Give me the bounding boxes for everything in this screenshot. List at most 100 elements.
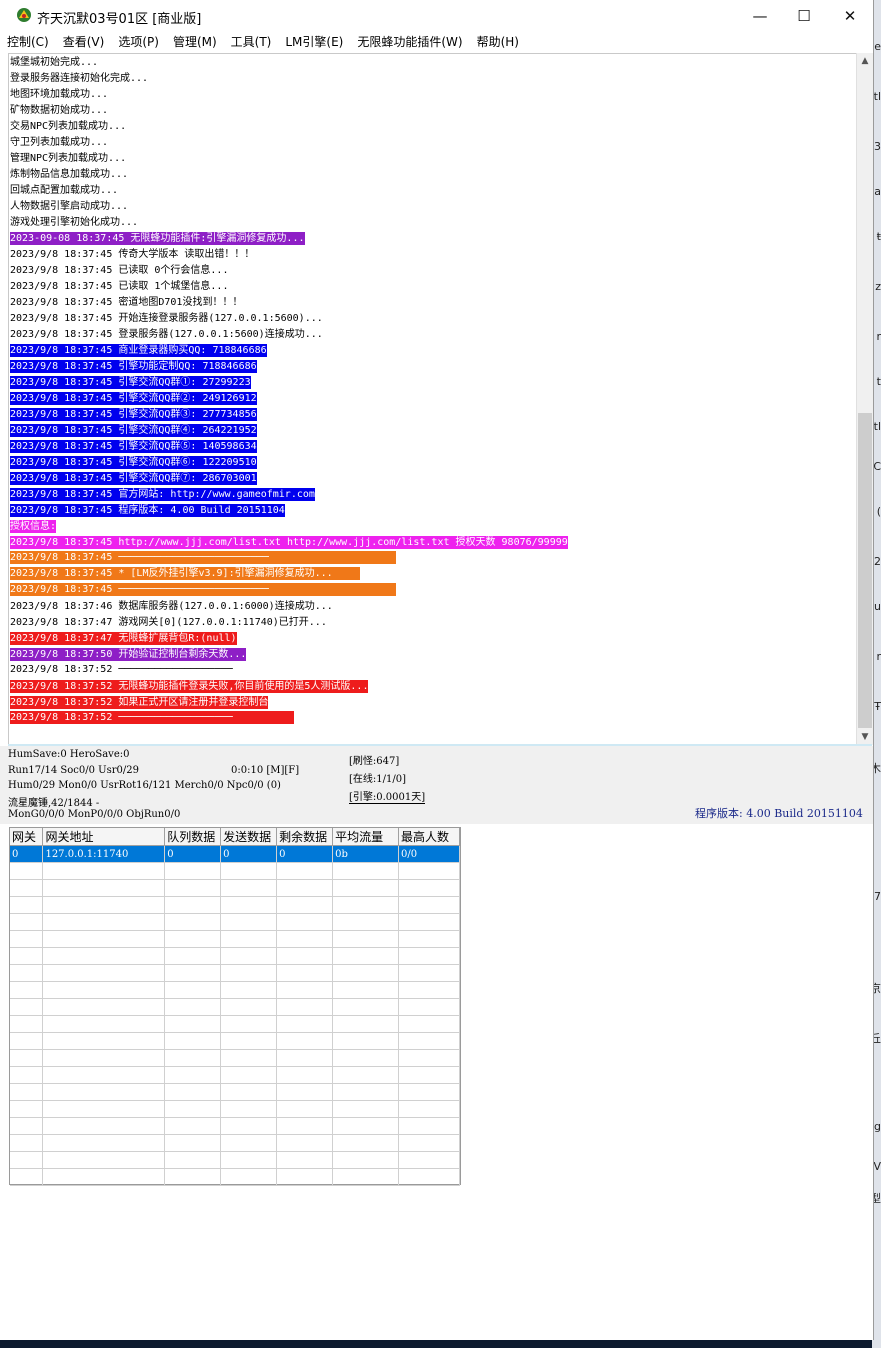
menu-help[interactable]: 帮助(H) xyxy=(470,31,526,51)
menu-control[interactable]: 控制(C) xyxy=(0,31,56,51)
header-sent[interactable]: 发送数据 xyxy=(220,828,278,846)
table-cell xyxy=(332,930,399,948)
log-line-text: 矿物数据初始成功... xyxy=(10,105,109,116)
log-line-text: 2023/9/8 18:37:52 ─────────────────── xyxy=(10,711,294,724)
menu-view[interactable]: 查看(V) xyxy=(56,31,112,51)
table-row-empty[interactable] xyxy=(10,1168,460,1186)
log-line: 2023/9/8 18:37:52 无限蜂功能插件登录失败,你目前使用的是5人测… xyxy=(10,679,369,695)
table-row-empty[interactable] xyxy=(10,1151,460,1169)
log-line-text: 2023/9/8 18:37:45 引擎交流QQ群⑥: 122209510 xyxy=(10,456,257,469)
table-row-empty[interactable] xyxy=(10,981,460,999)
table-cell xyxy=(42,930,166,948)
scroll-thumb[interactable] xyxy=(858,413,872,728)
log-output[interactable]: 城堡城初始完成... 登录服务器连接初始化完成... 地图环境加载成功... 矿物数据… xyxy=(8,53,857,745)
menu-lm-engine[interactable]: LM引擎(E) xyxy=(278,31,350,51)
header-gateway[interactable]: 网关 xyxy=(10,828,44,846)
log-line-text: 2023/9/8 18:37:45 传奇大学版本 读取出错！！！ xyxy=(10,249,255,260)
table-row-empty[interactable] xyxy=(10,1066,460,1084)
table-row-empty[interactable] xyxy=(10,1049,460,1067)
log-line: 2023/9/8 18:37:45 http://www.jjj.com/lis… xyxy=(10,535,568,551)
header-remaining[interactable]: 剩余数据 xyxy=(276,828,334,846)
table-row-empty[interactable] xyxy=(10,1100,460,1118)
table-cell xyxy=(164,1032,222,1050)
table-row-empty[interactable] xyxy=(10,1117,460,1135)
log-line-text: 2023/9/8 18:37:45 密道地图D701没找到！！！ xyxy=(10,297,243,308)
table-cell xyxy=(220,964,278,982)
scroll-up-icon[interactable]: ▲ xyxy=(857,53,873,69)
table-cell xyxy=(332,1083,399,1101)
table-cell xyxy=(332,981,399,999)
table-cell xyxy=(10,862,44,880)
log-line-text: 管理NPC列表加载成功... xyxy=(10,153,127,164)
menu-options[interactable]: 选项(P) xyxy=(111,31,166,51)
log-line: 地图环境加载成功... xyxy=(10,87,108,103)
table-row-empty[interactable] xyxy=(10,930,460,948)
title-bar: 齐天沉默03号01区 [商业版] — ☐ ✕ xyxy=(0,0,873,31)
window-title: 齐天沉默03号01区 [商业版] xyxy=(37,12,202,27)
header-max-users[interactable]: 最高人数 xyxy=(398,828,460,846)
status-panel: HumSave:0 HeroSave:0 Run17/14 Soc0/0 Usr… xyxy=(0,746,873,824)
table-row-empty[interactable] xyxy=(10,1032,460,1050)
table-cell xyxy=(276,964,334,982)
table-cell xyxy=(398,1134,460,1152)
table-cell xyxy=(332,1134,399,1152)
table-cell xyxy=(398,930,460,948)
desktop-text-fragment: V xyxy=(873,1160,881,1173)
log-line-text: 回城点配置加载成功... xyxy=(10,185,119,196)
header-avg-traffic[interactable]: 平均流量 xyxy=(332,828,399,846)
log-line-text: 2023/9/8 18:37:45 * [LM反外挂引擎v3.9]:引擎漏洞修复… xyxy=(10,567,360,580)
table-row[interactable]: 0 127.0.0.1:11740 0 0 0 0b 0/0 xyxy=(10,845,460,863)
log-line-text: 2023/9/8 18:37:45 引擎交流QQ群④: 264221952 xyxy=(10,424,257,437)
table-cell xyxy=(42,998,166,1016)
log-line-text: 2023/9/8 18:37:52 如果正式开区请注册并登录控制台 xyxy=(10,696,269,709)
log-line: 2023/9/8 18:37:45 引擎交流QQ群③: 277734856 xyxy=(10,407,257,423)
header-queue[interactable]: 队列数据 xyxy=(164,828,222,846)
table-cell xyxy=(332,964,399,982)
log-line-text: 2023/9/8 18:37:45 ──────────────────────… xyxy=(10,551,396,564)
table-cell xyxy=(398,1066,460,1084)
maximize-button[interactable]: ☐ xyxy=(781,0,827,31)
table-row-empty[interactable] xyxy=(10,879,460,897)
menu-manage[interactable]: 管理(M) xyxy=(166,31,224,51)
table-row-empty[interactable] xyxy=(10,896,460,914)
log-line: 2023/9/8 18:37:52 ─────────────────── xyxy=(10,711,294,727)
log-line: 2023/9/8 18:37:45 程序版本: 4.00 Build 20151… xyxy=(10,503,285,519)
log-line-text: 2023/9/8 18:37:45 引擎功能定制QQ: 718846686 xyxy=(10,360,257,373)
log-line: 2023/9/8 18:37:47 游戏网关[0](127.0.0.1:1174… xyxy=(10,615,327,631)
log-line: 人物数据引擎启动成功... xyxy=(10,199,128,215)
header-address[interactable]: 网关地址 xyxy=(42,828,166,846)
table-cell xyxy=(332,1032,399,1050)
desktop-text-fragment: a xyxy=(874,185,881,198)
table-row-empty[interactable] xyxy=(10,913,460,931)
table-row-empty[interactable] xyxy=(10,862,460,880)
table-row-empty[interactable] xyxy=(10,1083,460,1101)
table-cell xyxy=(332,1066,399,1084)
log-scrollbar[interactable]: ▲ ▼ xyxy=(856,53,873,745)
table-row-empty[interactable] xyxy=(10,998,460,1016)
table-cell xyxy=(164,998,222,1016)
log-line: 回城点配置加载成功... xyxy=(10,183,118,199)
table-cell xyxy=(10,998,44,1016)
table-cell xyxy=(164,1066,222,1084)
desktop-text-fragment: u xyxy=(874,600,881,613)
close-button[interactable]: ✕ xyxy=(827,0,873,31)
table-row-empty[interactable] xyxy=(10,1015,460,1033)
log-line: 2023/9/8 18:37:52 ─────────────────── xyxy=(10,663,294,679)
gateway-grid[interactable]: 网关 网关地址 队列数据 发送数据 剩余数据 平均流量 最高人数 0 127.0.… xyxy=(9,827,461,1186)
table-row-empty[interactable] xyxy=(10,1134,460,1152)
table-cell xyxy=(164,930,222,948)
desktop-text-fragment: tl xyxy=(873,420,881,433)
table-row-empty[interactable] xyxy=(10,964,460,982)
menu-plugin[interactable]: 无限蜂功能插件(W) xyxy=(350,31,469,51)
menu-tools[interactable]: 工具(T) xyxy=(224,31,279,51)
table-cell xyxy=(276,1134,334,1152)
scroll-down-icon[interactable]: ▼ xyxy=(857,729,873,745)
minimize-button[interactable]: — xyxy=(737,0,783,31)
table-row-empty[interactable] xyxy=(10,947,460,965)
table-cell xyxy=(10,964,44,982)
table-cell xyxy=(220,1100,278,1118)
table-cell xyxy=(10,1083,44,1101)
log-line: 登录服务器连接初始化完成... xyxy=(10,71,148,87)
table-cell xyxy=(398,913,460,931)
desktop-text-fragment: g xyxy=(874,1120,881,1133)
